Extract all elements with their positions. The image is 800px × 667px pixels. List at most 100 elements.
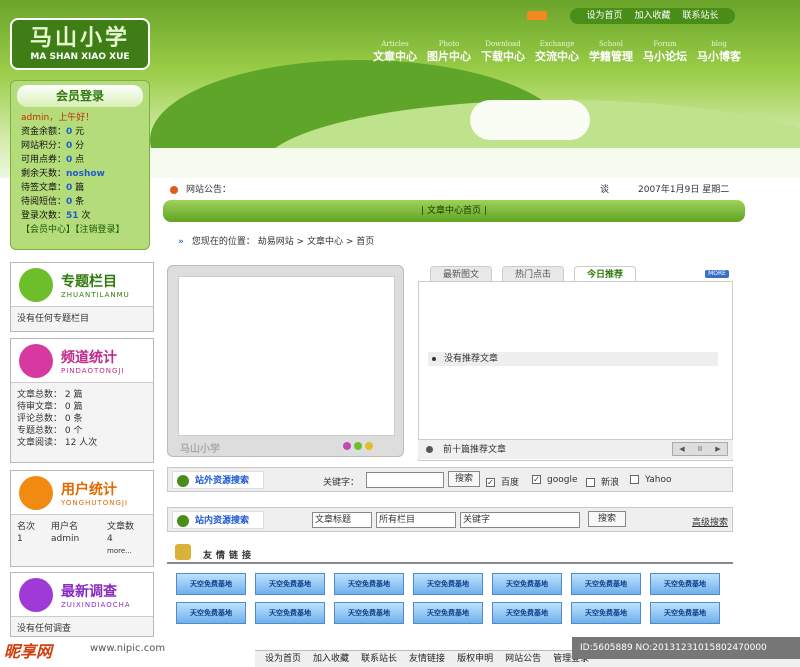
stat-row: 文章总数： 2 篇 [17,390,83,400]
engine-baidu[interactable]: ✓ 百度 [486,475,519,488]
user-rank: 1 [17,534,23,544]
nav-articles[interactable]: Articles 文章中心 [370,40,420,64]
friend-links-title: 友情链接 [203,551,256,561]
internal-search: 站内资源搜索 文章标题 所有栏目 关键字 搜索 高级搜索 [167,507,733,532]
user-name[interactable]: admin [51,533,107,545]
internal-search-button[interactable]: 搜索 [588,511,626,527]
friend-link[interactable]: 天空免费基地 [255,602,325,624]
keyword-label: 关键字： [323,478,360,488]
footer-link[interactable]: 版权申明 [457,651,493,667]
advanced-search-link[interactable]: 高级搜索 [692,515,728,528]
friend-link[interactable]: 天空免费基地 [650,602,720,624]
friend-link[interactable]: 天空免费基地 [176,602,246,624]
footer-link[interactable]: 加入收藏 [313,651,349,667]
internal-keyword-input[interactable]: 关键字 [460,512,580,528]
site-logo[interactable]: 马山小学 MA SHAN XIAO XUE [10,18,150,70]
topics-panel: 专题栏目 ZHUANTILANMU 没有任何专题栏目 [10,262,154,332]
article-tabs: 最新图文 热门点击 今日推荐 [430,266,636,282]
field-select[interactable]: 文章标题 [312,512,372,528]
column-select[interactable]: 所有栏目 [376,512,456,528]
nav-download[interactable]: Download 下载中心 [478,40,528,64]
globe-icon [177,475,189,487]
member-row: 网站积分：0 分 [21,141,85,151]
engine-sina[interactable]: 新浪 [586,475,619,488]
friend-link[interactable]: 天空免费基地 [176,573,246,595]
friend-link[interactable]: 天空免费基地 [571,573,641,595]
friend-link[interactable]: 天空免费基地 [571,602,641,624]
internal-search-label: 站内资源搜索 [172,511,264,529]
footer-link[interactable]: 联系站长 [361,651,397,667]
notice-icon [170,185,178,194]
contact-admin-link[interactable]: 联系站长 [683,8,719,24]
footer-link[interactable]: 友情链接 [409,651,445,667]
nav-school[interactable]: School 学籍管理 [586,40,636,64]
users-subtitle: YONGHUTONGJI [61,498,129,507]
member-panel: 会员登录 admin，上午好！ 资金余额：0 元 网站积分：0 分 可用点券：0… [10,80,150,250]
notice-date: 2007年1月9日 星期二 [638,185,730,195]
users-col-rank: 名次 [17,522,36,532]
search-icon [177,515,189,527]
breadcrumb-text[interactable]: 您现在的位置： 劫易网站 > 文章中心 > 首页 [192,237,374,247]
external-keyword-input[interactable] [366,472,444,488]
users-more-link[interactable]: more... [107,545,147,557]
prev-button[interactable]: ◀ [673,443,691,455]
friend-link[interactable]: 天空免费基地 [255,573,325,595]
friend-link[interactable]: 天空免费基地 [492,573,562,595]
engine-google[interactable]: ✓ google [532,475,577,485]
tab-recommend[interactable]: 今日推荐 [574,266,636,282]
nav-forum[interactable]: Forum 马小论坛 [640,40,690,64]
users-panel: 用户统计 YONGHUTONGJI 名次 用户名 文章数 1 admin 4 more..… [10,470,154,567]
slide-pager: ◀ II ▶ [672,442,728,456]
engine-yahoo[interactable]: Yahoo [630,475,672,485]
nav-blog[interactable]: blog 马小博客 [694,40,744,64]
add-favorite-link[interactable]: 加入收藏 [634,8,670,24]
slide-dot[interactable] [343,442,351,450]
friend-link[interactable]: 天空免费基地 [650,573,720,595]
more-button[interactable]: MORE [705,270,729,278]
slide-dot[interactable] [354,442,362,450]
pause-button[interactable]: II [691,443,709,455]
mail-icon[interactable] [527,11,547,20]
footer-link[interactable]: 设为首页 [265,651,301,667]
slide-dot[interactable] [365,442,373,450]
stat-row: 专题总数： 0 个 [17,426,83,436]
member-row: 剩余天数：noshow [21,169,105,179]
recommend-item: 没有推荐文章 [428,352,718,366]
friend-link[interactable]: 天空免费基地 [334,573,404,595]
logo-subtitle: MA SHAN XIAO XUE [30,52,130,62]
topics-empty: 没有任何专题栏目 [17,314,90,324]
external-search-button[interactable]: 搜索 [448,471,480,487]
section-title-bar: | 文章中心首页 | [163,200,745,222]
friend-link[interactable]: 天空免费基地 [492,602,562,624]
footer-link[interactable]: 网站公告 [505,651,541,667]
member-row: 资金余额：0 元 [21,127,85,137]
top10-label: 前十篇推荐文章 [443,445,507,455]
member-row: 待阅短信：0 条 [21,197,85,207]
nav-photo[interactable]: Photo 图片中心 [424,40,474,64]
users-icon [19,475,53,510]
tab-hot[interactable]: 热门点击 [502,266,564,282]
survey-title: 最新调查 [61,583,117,600]
slide-image[interactable] [178,276,395,436]
tab-latest[interactable]: 最新图文 [430,266,492,282]
top-links: 设为首页 加入收藏 联系站长 [570,8,735,24]
users-title: 用户统计 [61,481,117,498]
topics-title: 专题栏目 [61,273,117,290]
friend-link[interactable]: 天空免费基地 [413,573,483,595]
member-row: 登录次数：51 次 [21,211,91,221]
friend-link[interactable]: 天空免费基地 [334,602,404,624]
image-slideshow: 马山小学 [167,265,404,457]
nav-exchange[interactable]: Exchange 交流中心 [532,40,582,64]
member-row: 待签文章：0 篇 [21,183,85,193]
notice-date-label: 谈 [600,185,610,195]
friend-link[interactable]: 天空免费基地 [413,602,483,624]
breadcrumb: » 您现在的位置： 劫易网站 > 文章中心 > 首页 [178,234,738,250]
set-homepage-link[interactable]: 设为首页 [586,8,622,24]
stats-subtitle: PINDAOTONGJI [61,366,125,375]
member-links[interactable]: 【会员中心】【注销登录】 [21,223,149,237]
survey-subtitle: ZUIXINDIAOCHA [61,600,131,609]
friend-links-header: 友情链接 [167,544,733,564]
notice-label: 网站公告： [186,185,232,195]
next-button[interactable]: ▶ [709,443,727,455]
stat-row: 待审文章： 0 篇 [17,402,83,412]
